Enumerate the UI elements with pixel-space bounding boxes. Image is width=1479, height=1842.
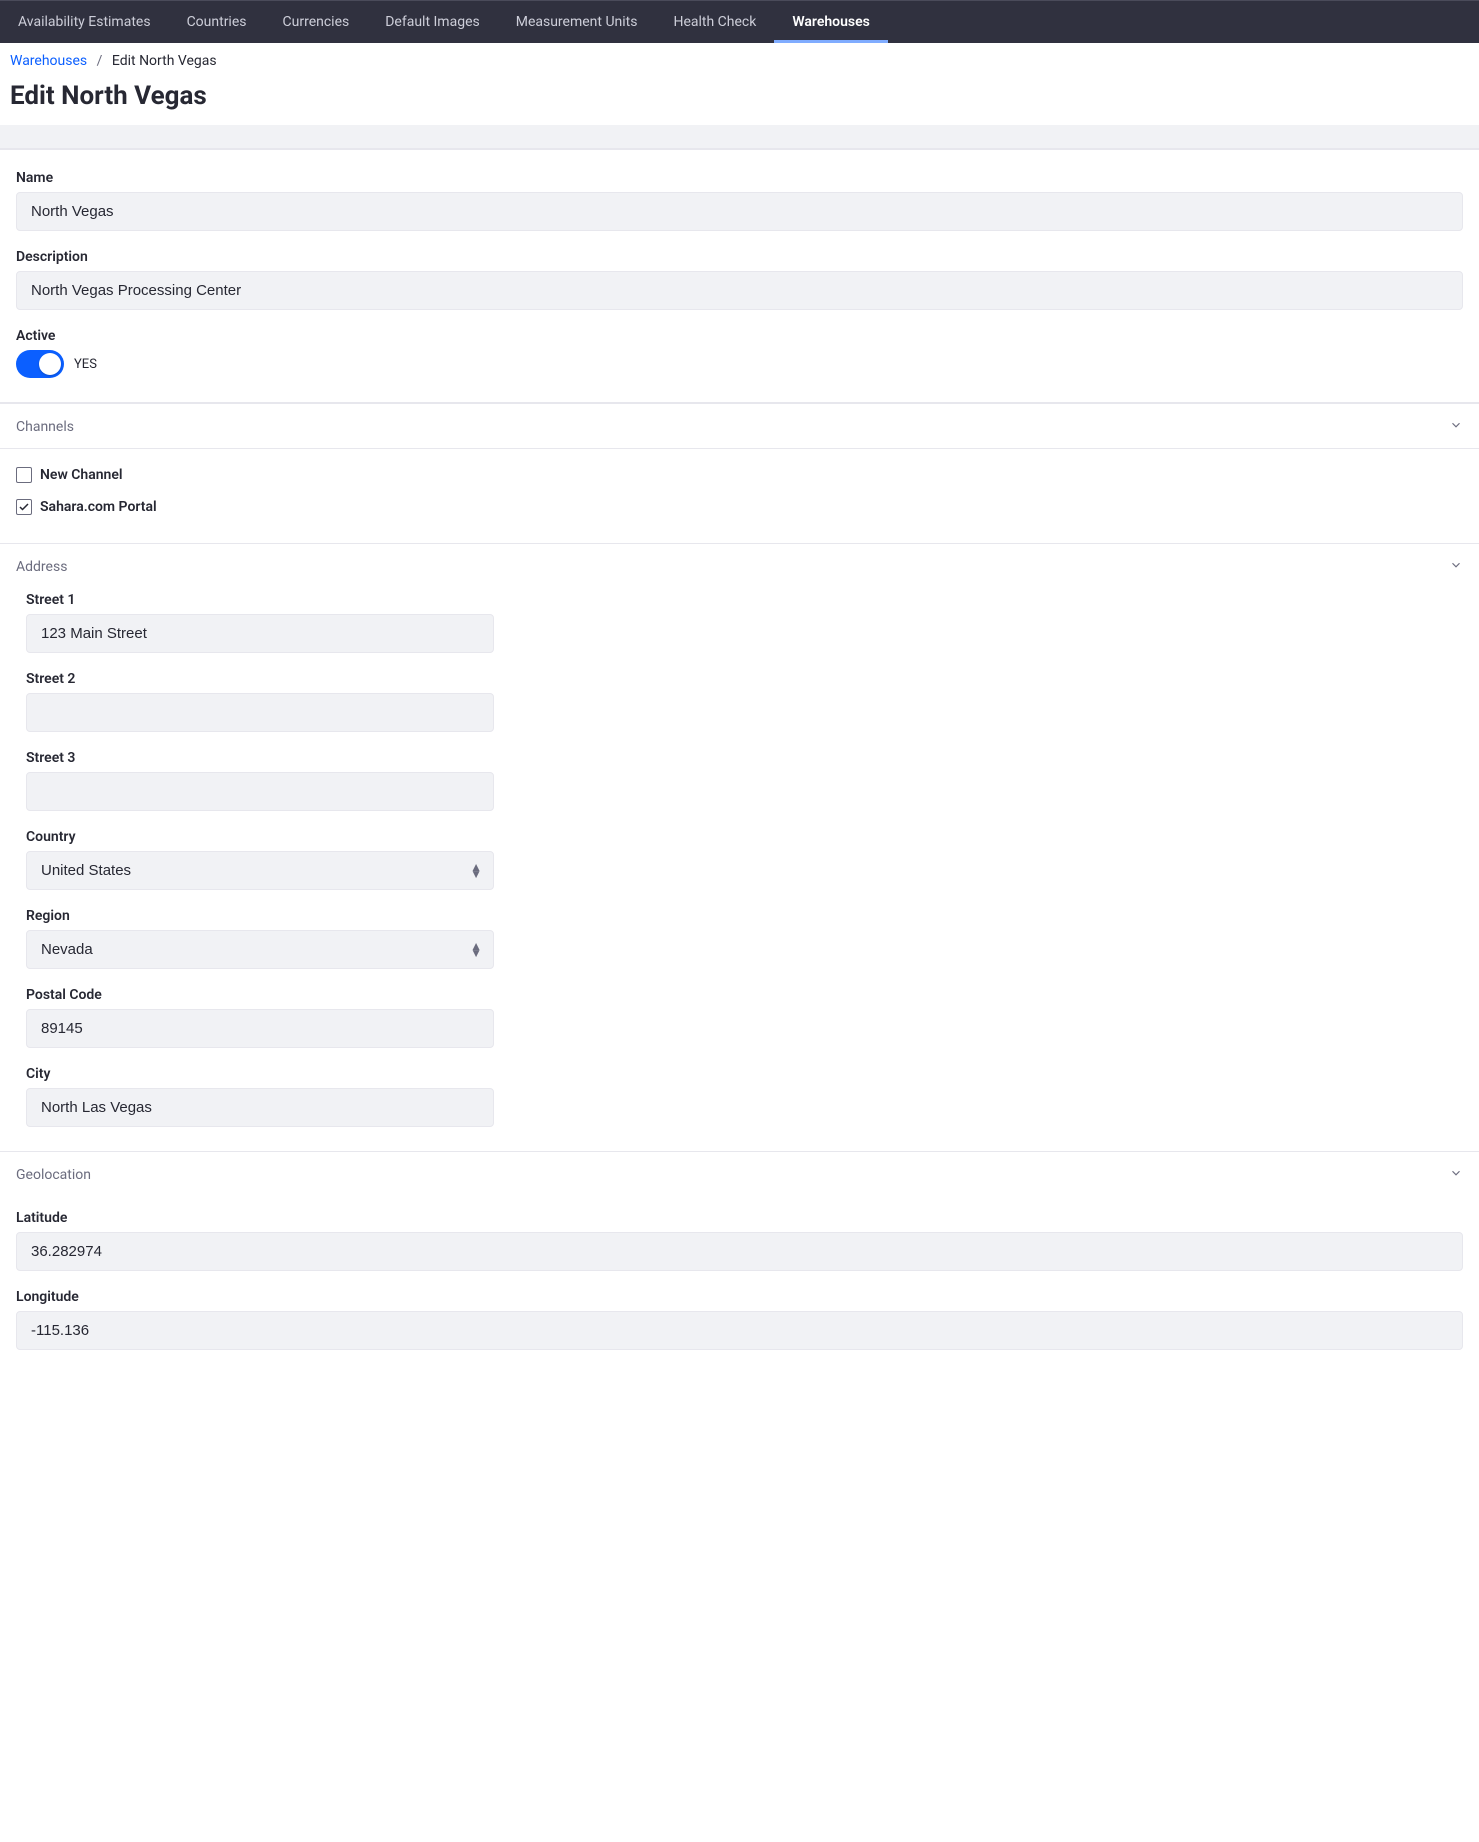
street3-label: Street 3: [26, 750, 1463, 766]
breadcrumb-current: Edit North Vegas: [112, 53, 217, 69]
chevron-down-icon: [1449, 558, 1463, 576]
nav-currencies[interactable]: Currencies: [265, 1, 368, 43]
channel-checkbox-sahara[interactable]: [16, 499, 32, 515]
longitude-input[interactable]: [16, 1311, 1463, 1350]
city-label: City: [26, 1066, 1463, 1082]
nav-health-check[interactable]: Health Check: [655, 1, 774, 43]
active-label: Active: [16, 328, 1463, 344]
latitude-input[interactable]: [16, 1232, 1463, 1271]
address-section-header[interactable]: Address: [0, 543, 1479, 588]
nav-measurement-units[interactable]: Measurement Units: [498, 1, 656, 43]
nav-warehouses[interactable]: Warehouses: [774, 1, 888, 43]
country-select[interactable]: [26, 851, 494, 890]
active-toggle-text: YES: [74, 357, 97, 372]
breadcrumb: Warehouses / Edit North Vegas: [0, 43, 1479, 77]
chevron-down-icon: [1449, 1166, 1463, 1184]
nav-default-images[interactable]: Default Images: [367, 1, 497, 43]
channel-checkbox-new[interactable]: [16, 467, 32, 483]
street2-label: Street 2: [26, 671, 1463, 687]
channel-label: Sahara.com Portal: [40, 499, 157, 515]
topbar: Availability Estimates Countries Currenc…: [0, 0, 1479, 43]
name-input[interactable]: [16, 192, 1463, 231]
address-section-title: Address: [16, 559, 67, 575]
address-section-body: Street 1 Street 2 Street 3 Country ▲▼ Re…: [0, 588, 1479, 1151]
street1-input[interactable]: [26, 614, 494, 653]
description-input[interactable]: [16, 271, 1463, 310]
region-label: Region: [26, 908, 1463, 924]
street1-label: Street 1: [26, 592, 1463, 608]
chevron-down-icon: [1449, 418, 1463, 436]
breadcrumb-root-link[interactable]: Warehouses: [10, 53, 87, 69]
channel-label: New Channel: [40, 467, 123, 483]
latitude-label: Latitude: [16, 1210, 1463, 1226]
postal-input[interactable]: [26, 1009, 494, 1048]
description-label: Description: [16, 249, 1463, 265]
geolocation-section-title: Geolocation: [16, 1167, 91, 1183]
geolocation-section-header[interactable]: Geolocation: [0, 1151, 1479, 1196]
main-form-panel: Name Description Active YES: [0, 149, 1479, 403]
street2-input[interactable]: [26, 693, 494, 732]
spacer-band: [0, 125, 1479, 149]
channels-section-title: Channels: [16, 419, 74, 435]
breadcrumb-separator: /: [97, 53, 103, 69]
name-label: Name: [16, 170, 1463, 186]
page-title: Edit North Vegas: [0, 77, 1479, 125]
channels-section-header[interactable]: Channels: [0, 403, 1479, 449]
geolocation-section-body: Latitude Longitude: [0, 1196, 1479, 1374]
nav-countries[interactable]: Countries: [169, 1, 265, 43]
channel-row: Sahara.com Portal: [16, 491, 1463, 523]
country-label: Country: [26, 829, 1463, 845]
longitude-label: Longitude: [16, 1289, 1463, 1305]
nav-availability-estimates[interactable]: Availability Estimates: [0, 1, 169, 43]
city-input[interactable]: [26, 1088, 494, 1127]
active-toggle[interactable]: [16, 350, 64, 378]
channel-row: New Channel: [16, 459, 1463, 491]
region-select[interactable]: [26, 930, 494, 969]
postal-label: Postal Code: [26, 987, 1463, 1003]
street3-input[interactable]: [26, 772, 494, 811]
channels-section-body: New Channel Sahara.com Portal: [0, 449, 1479, 543]
